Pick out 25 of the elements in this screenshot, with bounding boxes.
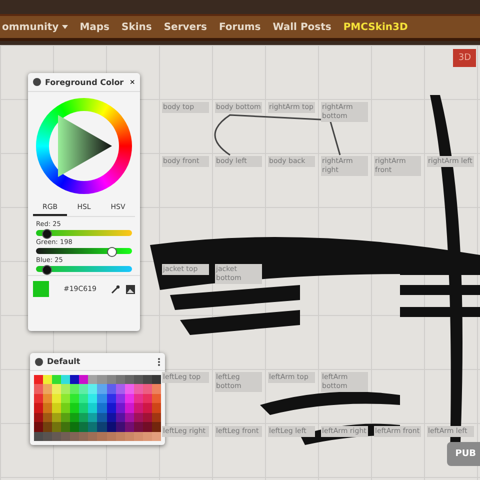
slider-thumb[interactable] (106, 247, 117, 257)
publish-button[interactable]: PUB (447, 442, 480, 466)
nav-link[interactable]: ommunity (2, 22, 68, 32)
nav-link[interactable]: Skins (122, 22, 152, 32)
caret-icon (62, 25, 68, 29)
color-slider[interactable] (36, 266, 132, 272)
nav-link[interactable]: Forums (218, 22, 261, 32)
panel-title: Default (47, 357, 82, 366)
view-3d-button[interactable]: 3D (453, 49, 476, 67)
slider-thumb[interactable] (42, 265, 52, 275)
color-triangle[interactable] (56, 115, 112, 177)
nav-link[interactable]: Wall Posts (272, 22, 332, 32)
nav-link[interactable]: Maps (80, 22, 110, 32)
color-slider[interactable] (36, 230, 132, 236)
image-icon[interactable] (126, 284, 135, 294)
palette-icon (33, 78, 41, 86)
eyedropper-icon[interactable] (111, 284, 120, 294)
nav-link[interactable]: Servers (164, 22, 207, 32)
close-button[interactable]: × (130, 77, 135, 87)
nav-link[interactable]: PMCSkin3D (343, 22, 408, 32)
color-swatch-grid[interactable] (34, 375, 161, 441)
palette-icon (35, 358, 43, 366)
panel-title: Foreground Color (45, 78, 125, 86)
slider-thumb[interactable] (42, 229, 52, 239)
color-slider[interactable] (36, 248, 132, 254)
